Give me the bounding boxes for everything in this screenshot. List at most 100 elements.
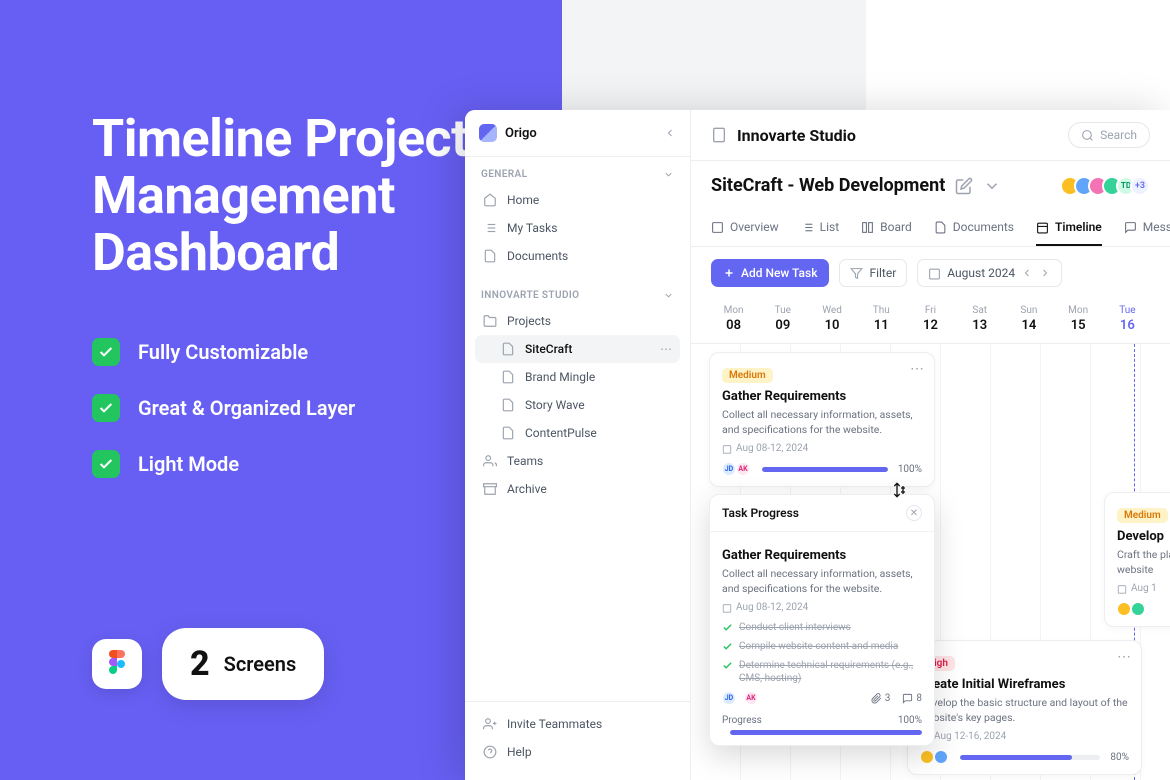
view-tabs: Overview List Board Documents Timeline M… (691, 210, 1170, 247)
popup-title: Task Progress (722, 506, 799, 520)
calendar-icon (722, 603, 732, 613)
task-description: Craft the plan that will define the webs… (1117, 548, 1170, 577)
progress-percent: 100% (898, 464, 922, 475)
nav-invite[interactable]: Invite Teammates (475, 710, 680, 738)
comments-count[interactable]: 8 (902, 693, 922, 704)
nav-heading-general[interactable]: GENERAL (475, 165, 680, 186)
user-plus-icon (483, 717, 497, 731)
message-icon (902, 693, 913, 704)
timeline-view[interactable]: Mon08 Tue09 Wed10 Thu11 Fri12 Sat13 Sun1… (691, 299, 1170, 780)
users-icon (483, 454, 497, 468)
progress-bar (762, 467, 888, 472)
task-dates: Aug 1 (1117, 583, 1170, 594)
app-window: Origo GENERAL Home My Tasks Documents IN… (465, 110, 1170, 780)
check-icon (92, 338, 120, 366)
nav-project-contentpulse[interactable]: ContentPulse (475, 419, 680, 447)
sidebar: Origo GENERAL Home My Tasks Documents IN… (465, 110, 691, 780)
task-progress-popup: Task Progress ✕ Gather Requirements Coll… (709, 494, 935, 746)
folder-icon (483, 314, 497, 328)
more-icon[interactable]: ⋯ (910, 361, 924, 377)
avatar-initials: JD (722, 691, 736, 705)
task-description: Collect all necessary information, asset… (722, 408, 922, 437)
task-card[interactable]: ⋯ High Create Initial Wireframes Develop… (907, 640, 1142, 775)
day-column: Thu11 (857, 299, 906, 343)
tab-messages[interactable]: Messages (1124, 210, 1170, 246)
chevron-right-icon[interactable] (1039, 267, 1051, 279)
chevron-left-icon[interactable] (664, 127, 676, 139)
eye-icon (711, 221, 724, 234)
avatar (920, 750, 934, 764)
task-title: Gather Requirements (722, 548, 922, 563)
timeline-days-header: Mon08 Tue09 Wed10 Thu11 Fri12 Sat13 Sun1… (691, 299, 1170, 344)
day-column: Fri12 (906, 299, 955, 343)
home-icon (483, 193, 497, 207)
nav-documents[interactable]: Documents (475, 242, 680, 270)
check-icon (722, 641, 733, 652)
more-icon[interactable]: ⋯ (1117, 649, 1131, 665)
search-input[interactable]: Search (1068, 122, 1150, 148)
subtask-item: Conduct client interviews (722, 621, 922, 634)
task-dates: Aug 08-12, 2024 (722, 443, 922, 454)
board-icon (861, 221, 874, 234)
tab-list[interactable]: List (801, 210, 840, 246)
nav-heading-workspace[interactable]: INNOVARTE STUDIO (475, 286, 680, 307)
file-icon (934, 221, 947, 234)
priority-badge: Medium (722, 368, 773, 383)
add-task-button[interactable]: Add New Task (711, 259, 829, 287)
day-column: Tue09 (758, 299, 807, 343)
help-icon (483, 745, 497, 759)
brand-header[interactable]: Origo (465, 110, 690, 157)
avatar (934, 750, 948, 764)
more-icon[interactable]: ⋯ (660, 342, 672, 356)
timeline-body[interactable]: ⋯ Medium Gather Requirements Collect all… (691, 344, 1170, 780)
tab-documents[interactable]: Documents (934, 210, 1014, 246)
month-picker[interactable]: August 2024 (917, 259, 1062, 287)
progress-bar (730, 730, 922, 735)
app-name: Origo (505, 126, 656, 141)
chevron-down-icon[interactable] (983, 177, 1001, 195)
screens-count-pill: 2 Screens (162, 628, 324, 700)
check-icon (722, 660, 733, 671)
nav-help[interactable]: Help (475, 738, 680, 766)
attachments-count[interactable]: 3 (871, 693, 891, 704)
check-icon (92, 450, 120, 478)
task-card[interactable]: ⋯ Medium Gather Requirements Collect all… (709, 352, 935, 487)
file-icon (501, 342, 515, 356)
task-dates: Aug 08-12, 2024 (722, 602, 922, 613)
nav-project-sitecraft[interactable]: SiteCraft⋯ (475, 335, 680, 363)
calendar-icon (928, 267, 941, 280)
tab-overview[interactable]: Overview (711, 210, 779, 246)
tab-board[interactable]: Board (861, 210, 912, 246)
nav-my-tasks[interactable]: My Tasks (475, 214, 680, 242)
nav-archive[interactable]: Archive (475, 475, 680, 503)
list-check-icon (483, 221, 497, 235)
chevron-left-icon[interactable] (1021, 267, 1033, 279)
chevron-down-icon (663, 169, 674, 180)
close-icon[interactable]: ✕ (906, 505, 922, 521)
progress-percent: 100% (898, 715, 922, 726)
task-card[interactable]: Medium Develop Craft the plan that will … (1104, 492, 1170, 627)
paperclip-icon (871, 693, 882, 704)
avatar (1131, 602, 1145, 616)
task-description: Collect all necessary information, asset… (722, 567, 922, 596)
assignee-avatars[interactable]: TD +3 (1066, 176, 1150, 196)
nav-project-brandmingle[interactable]: Brand Mingle (475, 363, 680, 391)
priority-badge: Medium (1117, 508, 1168, 523)
filter-button[interactable]: Filter (839, 259, 907, 287)
cursor-icon (891, 482, 907, 498)
nav-teams[interactable]: Teams (475, 447, 680, 475)
avatar-more[interactable]: +3 (1130, 176, 1150, 196)
progress-percent: 80% (1110, 752, 1129, 763)
topbar: Innovarte Studio Search (691, 110, 1170, 161)
edit-icon[interactable] (955, 177, 973, 195)
day-column-today: Tue16 (1103, 299, 1152, 343)
nav-projects[interactable]: Projects (475, 307, 680, 335)
calendar-icon (1036, 221, 1049, 234)
building-icon (711, 127, 727, 143)
nav-project-storywave[interactable]: Story Wave (475, 391, 680, 419)
tab-timeline[interactable]: Timeline (1036, 210, 1102, 246)
timeline-toolbar: Add New Task Filter August 2024 (691, 247, 1170, 299)
task-title: Create Initial Wireframes (920, 677, 1129, 692)
nav-home[interactable]: Home (475, 186, 680, 214)
file-icon (501, 426, 515, 440)
